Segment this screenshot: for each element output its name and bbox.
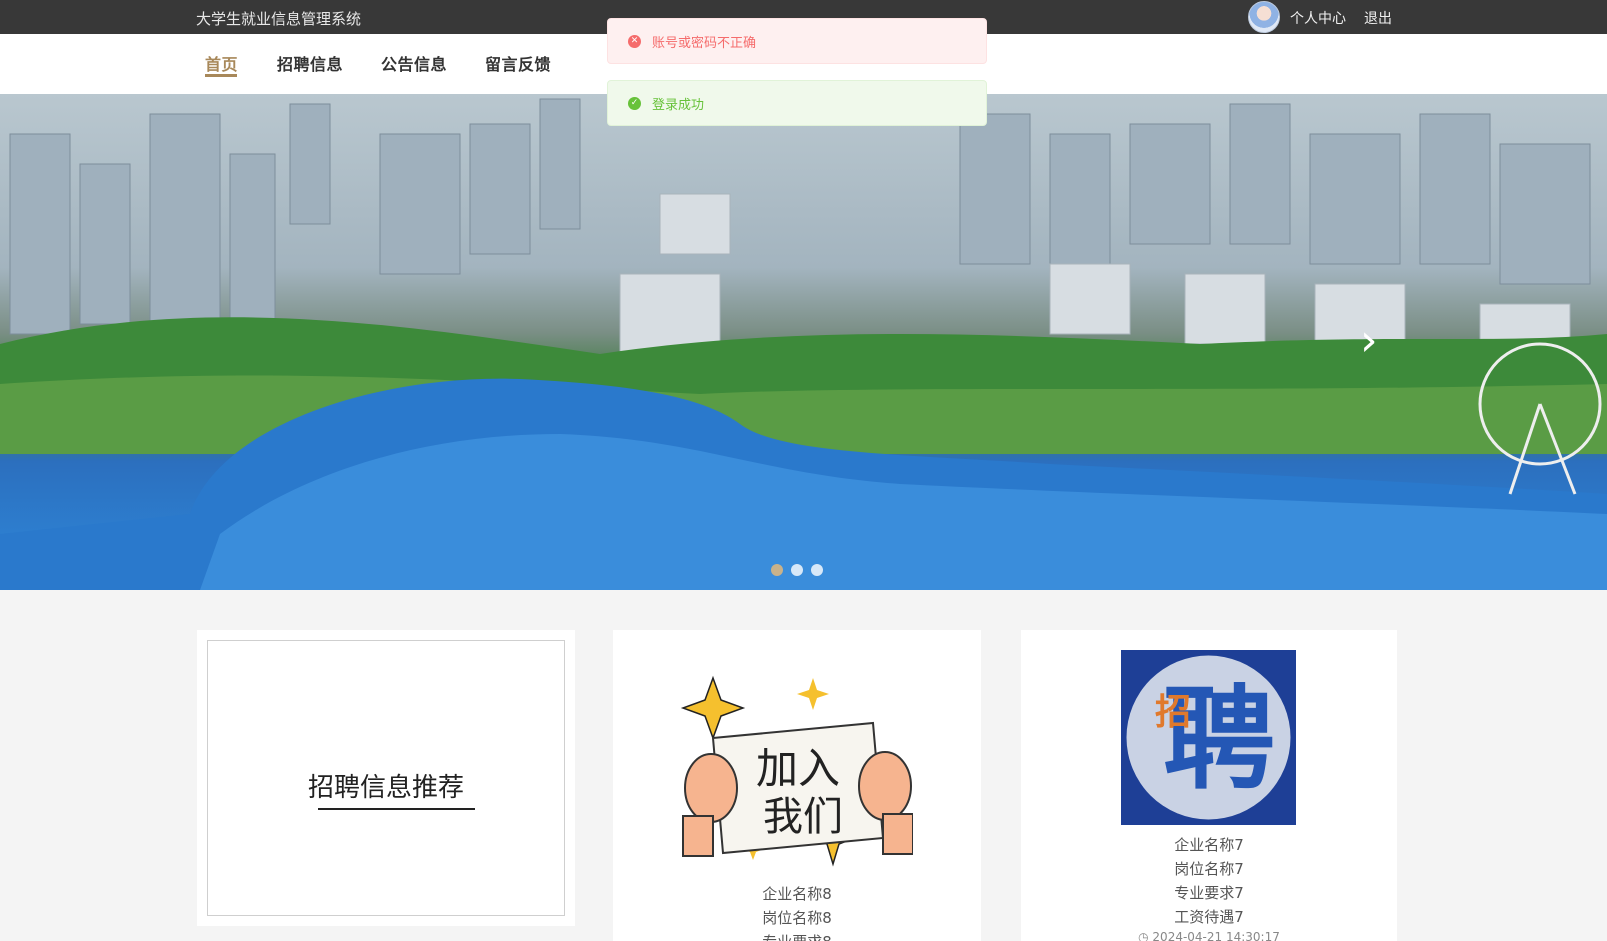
nav-item-jobs[interactable]: 招聘信息 [277,51,343,75]
join-us-image[interactable]: 加入 我们 [673,668,913,868]
site-title: 大学生就业信息管理系统 [196,10,362,28]
logout-link[interactable]: 退出 [1364,8,1392,28]
join-us-image-line2: 我们 [763,794,843,840]
join-us-image-line1: 加入 [756,744,840,793]
nav-active-indicator [205,74,237,77]
success-message-text: 登录成功 [652,97,705,113]
job-position: 岗位名称7 [1174,860,1244,878]
job-major: 专业要求7 [1174,884,1244,902]
recruit-image[interactable]: 聘 招 [1121,650,1296,825]
clock-icon: ◷ [1138,930,1153,941]
recommend-frame: 招聘信息推荐 [207,640,565,916]
job-time: ◷ 2024-04-21 14:30:17 [1021,930,1397,941]
recommend-title-underline [318,808,475,810]
job-company[interactable]: 企业名称8 [613,882,981,906]
recruit-image-small-glyph: 招 [1155,692,1191,733]
job-card-7[interactable]: 聘 招 企业名称7 岗位名称7 专业要求7 工资待遇7 ◷ 2024-04-21… [1021,630,1397,941]
nav-item-notices[interactable]: 公告信息 [381,51,447,75]
banner-next-arrow-icon[interactable]: › [1360,319,1378,363]
recommend-card: 招聘信息推荐 [197,630,575,926]
nav-item-home[interactable]: 首页 [205,51,238,75]
job-company[interactable]: 企业名称7 [1021,833,1397,857]
carousel-dot-1[interactable] [771,564,783,576]
success-check-icon: ✓ [628,97,641,110]
carousel-dot-3[interactable] [811,564,823,576]
error-message: ✕ 账号或密码不正确 [607,18,987,64]
job-position: 岗位名称8 [762,909,832,927]
success-message: ✓ 登录成功 [607,80,987,126]
job-major: 专业要求8 [613,930,981,941]
carousel-dot-2[interactable] [791,564,803,576]
banner-carousel[interactable]: › [0,94,1607,590]
error-icon: ✕ [628,35,641,48]
recommend-title: 招聘信息推荐 [307,773,464,803]
job-salary: 工资待遇7 [1174,908,1244,926]
profile-link[interactable]: 个人中心 [1290,8,1346,28]
user-avatar[interactable] [1248,1,1280,33]
job-time-text: 2024-04-21 14:30:17 [1152,930,1280,941]
job-card-8[interactable]: 加入 我们 企业名称8 岗位名称8 专业要求8 [613,630,981,941]
nav-item-feedback[interactable]: 留言反馈 [485,51,551,75]
error-message-text: 账号或密码不正确 [652,35,757,51]
